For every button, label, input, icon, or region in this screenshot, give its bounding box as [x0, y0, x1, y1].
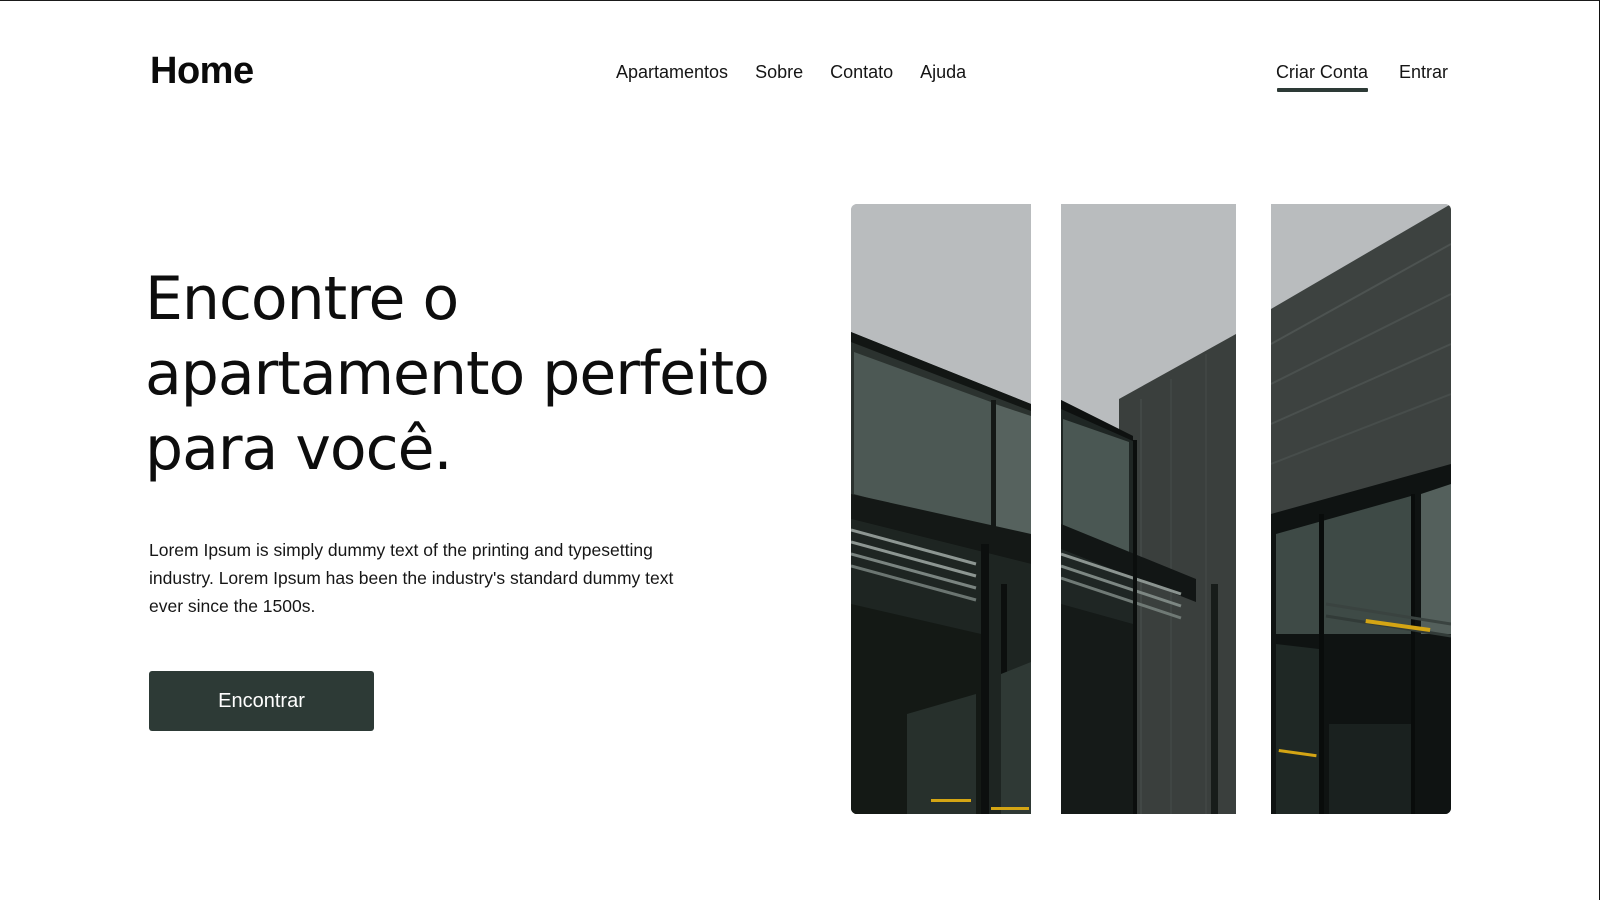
building-image-1: [851, 204, 1031, 814]
building-image-panel-3: [1271, 204, 1451, 814]
nav-link-sobre[interactable]: Sobre: [755, 62, 803, 83]
building-image-panel-2: [1061, 204, 1236, 814]
logo[interactable]: Home: [150, 50, 254, 93]
building-image-3: [1271, 204, 1451, 814]
nav-link-contato[interactable]: Contato: [830, 62, 893, 83]
building-image-2: [1061, 204, 1236, 814]
hero-description: Lorem Ipsum is simply dummy text of the …: [149, 540, 674, 616]
landing-page: Home Apartamentos Sobre Contato Ajuda Cr…: [0, 0, 1600, 900]
hero-title: Encontre o apartamento perfeito para voc…: [145, 264, 770, 484]
nav-link-ajuda[interactable]: Ajuda: [920, 62, 966, 83]
nav-link-apartamentos[interactable]: Apartamentos: [616, 62, 728, 83]
signup-link[interactable]: Criar Conta: [1276, 62, 1368, 92]
building-image-panel-1: [851, 204, 1031, 814]
account-menu: Criar Conta Entrar: [1276, 62, 1448, 92]
login-link[interactable]: Entrar: [1399, 62, 1448, 83]
main-menu: Apartamentos Sobre Contato Ajuda: [616, 62, 966, 83]
top-navigation: Home Apartamentos Sobre Contato Ajuda Cr…: [0, 0, 1600, 150]
find-button[interactable]: Encontrar: [149, 671, 374, 731]
